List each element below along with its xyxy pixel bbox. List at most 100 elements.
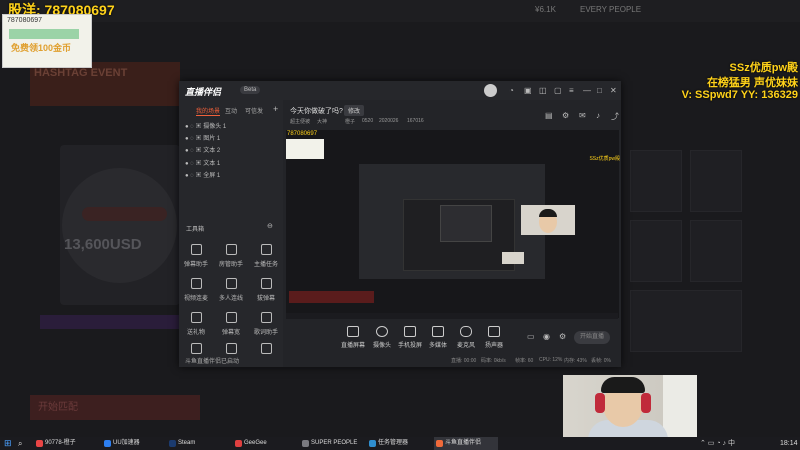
menu-icon[interactable]: ≡ xyxy=(569,86,574,95)
taskbar-item[interactable]: GeeGee xyxy=(233,437,297,450)
close-icon[interactable]: ✕ xyxy=(610,86,617,95)
chat-icon xyxy=(190,244,202,255)
stat-item: 码率: 0kb/s xyxy=(481,358,506,364)
nested-webcam-2 xyxy=(502,252,524,264)
play-icon xyxy=(432,326,444,337)
gift-icon[interactable]: ◫ xyxy=(539,86,547,95)
tab-scenes[interactable]: 我的场景 xyxy=(196,106,221,116)
share-icon[interactable]: ⤴ xyxy=(611,111,619,122)
nested-webcam xyxy=(521,205,575,235)
tool-extra[interactable] xyxy=(254,343,278,358)
background-grid-cell xyxy=(630,220,682,282)
bell-icon[interactable]: ♪ xyxy=(596,111,600,120)
eye-icon[interactable]: ◉ xyxy=(543,332,550,341)
edit-title-button[interactable]: 修改 xyxy=(344,105,365,116)
background-grid-cell xyxy=(690,150,742,212)
source-item[interactable]: ● ◌ ▣ 全屏 1 xyxy=(185,170,220,179)
search-icon[interactable]: ⌕ xyxy=(18,437,22,450)
beta-badge: Beta xyxy=(240,86,261,94)
app-icon xyxy=(190,343,202,354)
stat-item: 帧率: 60 xyxy=(515,358,534,364)
source-label: 摄像头 1 xyxy=(203,124,227,130)
overlay-promo-card: 787080697 免费领100金币 xyxy=(2,14,92,68)
monitor-icon xyxy=(347,326,359,337)
hair xyxy=(601,377,645,393)
more-icon[interactable]: ⊖ xyxy=(267,222,273,230)
overlay-right-line2: 在榜猛男 声优妹妹 xyxy=(706,77,798,89)
bg-top-user: EVERY PEOPLE xyxy=(580,5,642,14)
source-item[interactable]: ● ◌ ▣ 摄像头 1 xyxy=(185,121,226,130)
app-icon xyxy=(436,440,443,447)
tool-room-manager[interactable]: 房管助手 xyxy=(219,244,243,268)
taskbar-item-active[interactable]: 斗鱼直播伴侣 xyxy=(434,437,498,450)
maximize-icon[interactable]: □ xyxy=(597,86,602,95)
title-bar: 直播伴侣 Beta ◔ ▣ ◫ ▢ ≡ — □ ✕ xyxy=(179,81,621,100)
nested-start-button xyxy=(289,291,374,303)
windows-start-icon[interactable]: ⊞ xyxy=(4,437,12,450)
taskbar-item[interactable]: UU加速器 xyxy=(102,437,166,450)
control-screen[interactable]: 直播屏幕 xyxy=(339,326,367,349)
source-label: 全屏 1 xyxy=(203,173,221,179)
message-icon[interactable]: ▢ xyxy=(554,86,562,95)
gift-icon xyxy=(190,312,202,323)
control-mic[interactable]: 麦克风 xyxy=(452,326,480,349)
tab-other[interactable]: 可信发 xyxy=(245,106,263,115)
task-icon xyxy=(260,244,272,255)
stream-title[interactable]: 今天你做破了吗? xyxy=(290,106,343,116)
tool-barrage[interactable]: 拔弹幕 xyxy=(254,278,278,302)
mail-icon[interactable]: ✉ xyxy=(579,111,586,120)
microphone-icon xyxy=(460,326,472,337)
nested-contact-text: 787080697 xyxy=(287,131,318,137)
promo-id: 787080697 xyxy=(7,17,43,24)
background-grid-cell xyxy=(630,290,742,352)
tool-danmu-box[interactable]: 弹幕宽 xyxy=(219,312,243,336)
control-phone-cast[interactable]: 手机投屏 xyxy=(396,326,424,349)
headset-icon[interactable]: ◔ xyxy=(509,86,514,95)
nested-right-overlay: SSz优质pw殿 xyxy=(589,156,620,162)
tool-tasks[interactable]: 主播任务 xyxy=(254,244,278,268)
app-logo: 直播伴侣 xyxy=(185,87,222,97)
tool-danmu[interactable]: 弹幕助手 xyxy=(184,244,208,268)
source-item[interactable]: ● ◌ ▣ 文本 1 xyxy=(185,158,220,167)
source-label: 文本 1 xyxy=(203,161,221,167)
user-icon xyxy=(225,244,237,255)
tab-interact[interactable]: 互动 xyxy=(225,106,237,115)
control-media[interactable]: 多媒体 xyxy=(424,326,452,349)
avatar[interactable] xyxy=(484,84,497,97)
stream-info-bar: 今天你做破了吗? 修改 超主便被 大神 橙子 0520 2020026 1670… xyxy=(287,100,621,130)
taskbar-item[interactable]: Steam xyxy=(167,437,231,450)
add-scene-icon[interactable]: + xyxy=(273,104,278,114)
taskbar-item[interactable]: SUPER PEOPLE xyxy=(300,437,364,450)
hair xyxy=(539,209,557,217)
background-prize: 13,600USD xyxy=(64,236,142,253)
tools-title: 工具箱 xyxy=(186,227,205,233)
control-camera[interactable]: 摄像头 xyxy=(368,326,396,349)
app-icon xyxy=(302,440,309,447)
room-id: 0520 xyxy=(362,118,374,124)
webcam-icon xyxy=(376,326,388,337)
source-item[interactable]: ● ◌ ▣ 文本 2 xyxy=(185,145,220,154)
control-speaker[interactable]: 扬声器 xyxy=(480,326,508,349)
taskbar-item[interactable]: 90778-橙子 xyxy=(34,437,98,450)
tool-video-link[interactable]: 视频连麦 xyxy=(184,278,208,302)
gear-icon[interactable]: ⚙ xyxy=(559,332,566,341)
overlay-right-line3: V: SSpwd7 YY: 136329 xyxy=(681,89,798,101)
record-icon[interactable]: ▭ xyxy=(527,332,535,341)
tool-gift[interactable]: 送礼物 xyxy=(184,312,208,336)
grid-icon xyxy=(260,278,272,289)
start-live-button[interactable]: 开始直播 xyxy=(574,331,610,344)
save-icon[interactable]: ▤ xyxy=(545,111,553,120)
app-icon xyxy=(104,440,111,447)
source-item[interactable]: ● ◌ ▣ 图片 1 xyxy=(185,133,220,142)
background-banner: HASHTAG EVENT xyxy=(30,62,180,106)
tray-icons[interactable]: ⌃ ▭ ◔ ♪ 中 xyxy=(700,437,735,450)
square-icon xyxy=(260,343,272,354)
settings-icon[interactable]: ⚙ xyxy=(562,111,569,120)
tool-lyrics[interactable]: 歌词助手 xyxy=(254,312,278,336)
taskbar-item[interactable]: 任务管理器 xyxy=(367,437,431,450)
stat-item: 内存: 43% xyxy=(564,358,587,364)
minimize-icon[interactable]: — xyxy=(583,86,591,95)
tool-multi-link[interactable]: 多人连线 xyxy=(219,278,243,302)
camera-icon[interactable]: ▣ xyxy=(524,86,532,95)
background-start-button[interactable]: 开始匹配 xyxy=(30,395,200,420)
